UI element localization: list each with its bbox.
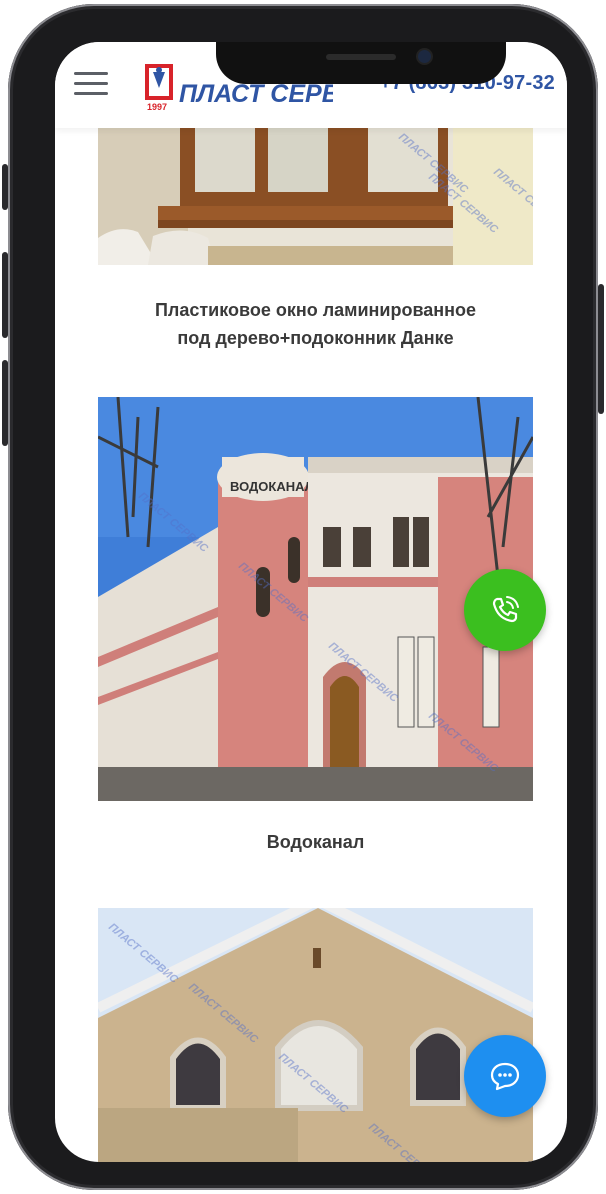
window-pane <box>195 128 255 192</box>
volume-down-button <box>2 360 8 446</box>
arched-window <box>170 1037 226 1111</box>
window-sill-edge <box>158 220 468 228</box>
arched-window <box>410 1027 466 1106</box>
logo-figure-head <box>156 67 162 73</box>
entrance-door <box>330 676 359 777</box>
phone-screen: 1997 ПЛАСТ СЕРВИС +7 (863) 310-97-32 <box>55 42 567 1162</box>
hamburger-menu-button[interactable] <box>74 72 108 96</box>
mute-switch <box>2 164 8 210</box>
front-camera <box>418 50 431 63</box>
phone-frame: 1997 ПЛАСТ СЕРВИС +7 (863) 310-97-32 <box>2 4 604 1190</box>
volume-up-button <box>2 252 8 338</box>
lamp <box>313 948 321 968</box>
menu-line <box>74 92 108 95</box>
gallery-photo-house[interactable]: ПЛАСТ СЕРВИС ПЛАСТ СЕРВИС ПЛАСТ СЕРВИС П… <box>98 908 533 1162</box>
window <box>397 636 415 728</box>
tower-window <box>288 537 300 583</box>
phone-call-icon <box>492 596 519 623</box>
gallery-caption: Водоканал <box>98 828 533 856</box>
chat-button[interactable] <box>464 1035 546 1117</box>
gallery-photo-window[interactable]: ПЛАСТ СЕРВИС ПЛАСТ СЕРВИС ПЛАСТ СЕРВИС <box>98 128 533 265</box>
menu-line <box>74 82 108 85</box>
logo-year: 1997 <box>147 102 167 112</box>
window <box>393 517 409 567</box>
bed <box>208 246 453 265</box>
chat-bubble-icon <box>490 1062 520 1091</box>
window <box>413 517 429 567</box>
speaker <box>326 54 396 60</box>
tower <box>218 477 308 777</box>
window <box>323 527 341 567</box>
notch <box>216 42 506 84</box>
building-sign: ВОДОКАНАЛ <box>230 479 314 494</box>
call-button[interactable] <box>464 569 546 651</box>
cornice <box>308 457 533 473</box>
window-pane <box>268 128 328 192</box>
ground <box>98 767 533 801</box>
gallery-caption: Пластиковое окно ламинированное под дере… <box>98 296 533 352</box>
power-button <box>598 284 604 414</box>
window <box>482 646 500 728</box>
caption-line: под дерево+подоконник Данке <box>177 328 454 348</box>
window <box>353 527 371 567</box>
caption-line: Пластиковое окно ламинированное <box>154 300 477 320</box>
logo-text: ПЛАСТ СЕРВИС <box>179 80 333 108</box>
menu-line <box>74 72 108 75</box>
caption-line: Водоканал <box>266 832 365 852</box>
